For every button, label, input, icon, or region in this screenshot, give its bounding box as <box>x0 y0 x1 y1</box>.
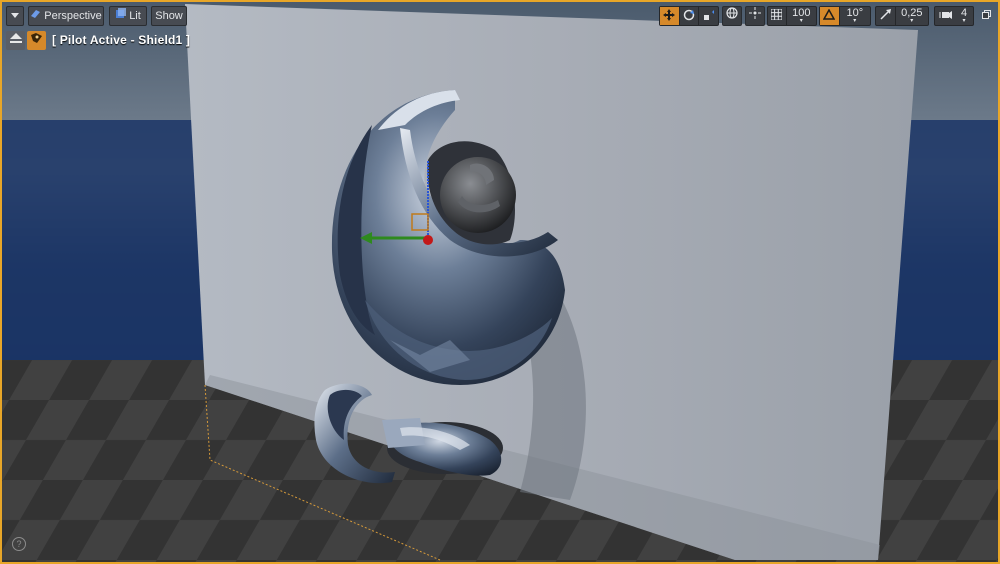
lit-sphere-icon <box>115 6 127 26</box>
perspective-button[interactable]: Perspective <box>28 6 104 26</box>
help-icon[interactable]: ? <box>12 537 26 551</box>
rotation-snap-toggle[interactable] <box>820 7 839 25</box>
scale-mode-button[interactable] <box>699 7 718 25</box>
grid-snap-toggle[interactable] <box>768 7 786 25</box>
show-label: Show <box>155 10 183 22</box>
scale-snap-toggle[interactable] <box>876 7 895 25</box>
chevron-down-icon: ▾ <box>799 18 803 24</box>
rotation-snap-value-dropdown[interactable]: 10° ▾ <box>840 7 870 25</box>
angle-icon <box>823 8 836 23</box>
translate-mode-button[interactable] <box>660 7 679 25</box>
chevron-down-icon: ▾ <box>910 18 914 24</box>
view-mode-button[interactable]: Lit <box>109 6 147 26</box>
globe-icon <box>726 6 738 26</box>
pilot-bar: [ Pilot Active - Shield1 ] <box>6 30 190 50</box>
scale-icon <box>703 9 715 24</box>
scale-snap-group: 0,25 ▾ <box>875 6 929 26</box>
perspective-label: Perspective <box>44 10 102 22</box>
surface-snap-icon <box>749 6 761 26</box>
grid-snap-value-dropdown[interactable]: 100 ▾ <box>787 7 816 25</box>
transform-mode-group <box>659 6 719 26</box>
scene-render[interactable] <box>0 0 1000 564</box>
eject-pilot-button[interactable] <box>6 30 25 50</box>
level-viewport[interactable]: Perspective Lit Show [ Pilot Active - Sh… <box>0 0 1000 564</box>
show-flags-button[interactable]: Show <box>151 6 187 26</box>
maximize-viewport-button[interactable] <box>978 6 994 26</box>
grid-snap-group: 100 ▾ <box>767 6 817 26</box>
camera-icon <box>938 10 952 23</box>
rotate-mode-button[interactable] <box>680 7 699 25</box>
lit-label: Lit <box>129 10 141 22</box>
grid-icon <box>770 8 783 23</box>
pilot-actor-label: [ Pilot Active - Shield1 ] <box>52 33 191 47</box>
scale-snap-value-dropdown[interactable]: 0,25 ▾ <box>896 7 928 25</box>
camera-speed-dropdown[interactable]: 4 ▾ <box>955 7 973 25</box>
camera-speed-button[interactable] <box>935 7 955 25</box>
eject-icon <box>9 31 22 49</box>
lock-viewport-to-actor-button[interactable] <box>27 30 46 50</box>
chevron-down-icon: ▾ <box>962 18 966 24</box>
restore-window-icon <box>981 6 991 26</box>
coordinate-system-button[interactable] <box>722 6 742 26</box>
actor-lock-icon <box>30 31 43 49</box>
camera-speed-group[interactable]: 4 ▾ <box>934 6 974 26</box>
viewport-options-button[interactable] <box>6 6 24 26</box>
rotate-icon <box>683 9 695 24</box>
chevron-down-icon: ▾ <box>853 18 857 24</box>
surface-snapping-button[interactable] <box>745 6 765 26</box>
move-arrows-icon <box>663 8 676 24</box>
perspective-cube-icon <box>30 6 41 26</box>
scale-arrow-icon <box>880 9 891 23</box>
rotation-snap-group: 10° ▾ <box>819 6 871 26</box>
chevron-down-icon <box>11 6 19 26</box>
